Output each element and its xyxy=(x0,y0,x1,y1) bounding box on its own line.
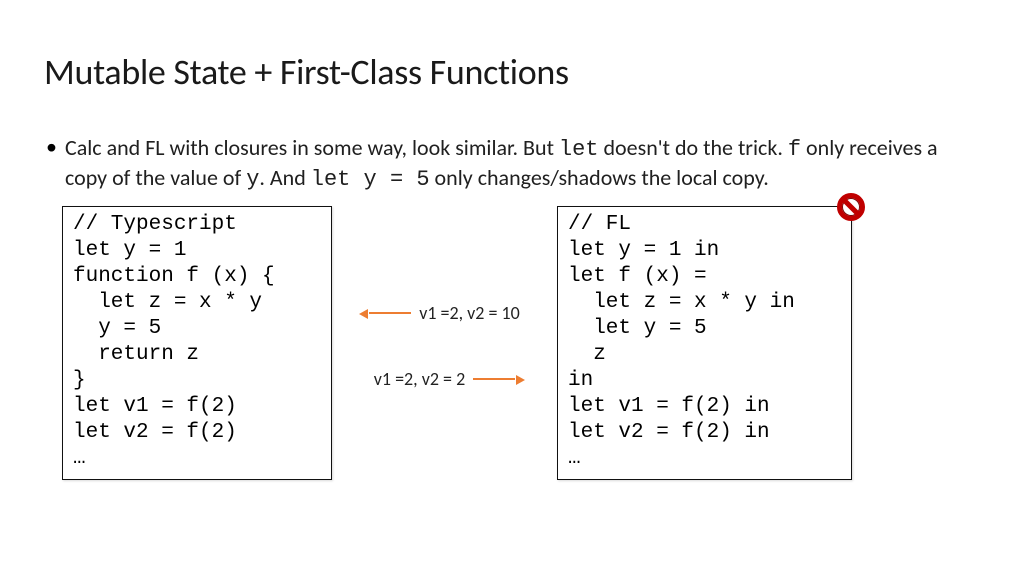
annotation-fl-result: v1 =2, v2 = 2 xyxy=(374,368,515,390)
inline-code-y: y xyxy=(246,167,259,192)
code-columns: // Typescript let y = 1 function f (x) {… xyxy=(44,206,980,480)
arrow-left-icon xyxy=(369,312,411,314)
arrow-right-icon xyxy=(473,378,515,380)
inline-code-let: let xyxy=(559,137,599,162)
annotation-ts-result: v1 =2, v2 = 10 xyxy=(369,302,520,324)
prohibited-icon xyxy=(837,193,865,221)
slide-title: Mutable State + First-Class Functions xyxy=(44,50,980,94)
annotation-column: v1 =2, v2 = 10 v1 =2, v2 = 2 xyxy=(332,206,557,480)
text-seg: Calc and FL with closures in some way, l… xyxy=(65,134,559,161)
body-bullet: • Calc and FL with closures in some way,… xyxy=(44,134,980,194)
typescript-code-box: // Typescript let y = 1 function f (x) {… xyxy=(62,206,332,480)
bullet-marker: • xyxy=(46,133,57,194)
inline-code-let-y-5: let y = 5 xyxy=(311,167,430,192)
fl-code-box: // FL let y = 1 in let f (x) = let z = x… xyxy=(557,206,852,480)
text-seg: only changes/shadows the local copy. xyxy=(430,164,769,191)
inline-code-f: f xyxy=(788,137,801,162)
annotation-text: v1 =2, v2 = 2 xyxy=(374,368,465,390)
body-text: Calc and FL with closures in some way, l… xyxy=(65,134,980,194)
text-seg: . And xyxy=(259,164,310,191)
annotation-text: v1 =2, v2 = 10 xyxy=(419,302,520,324)
text-seg: doesn't do the trick. xyxy=(599,134,788,161)
